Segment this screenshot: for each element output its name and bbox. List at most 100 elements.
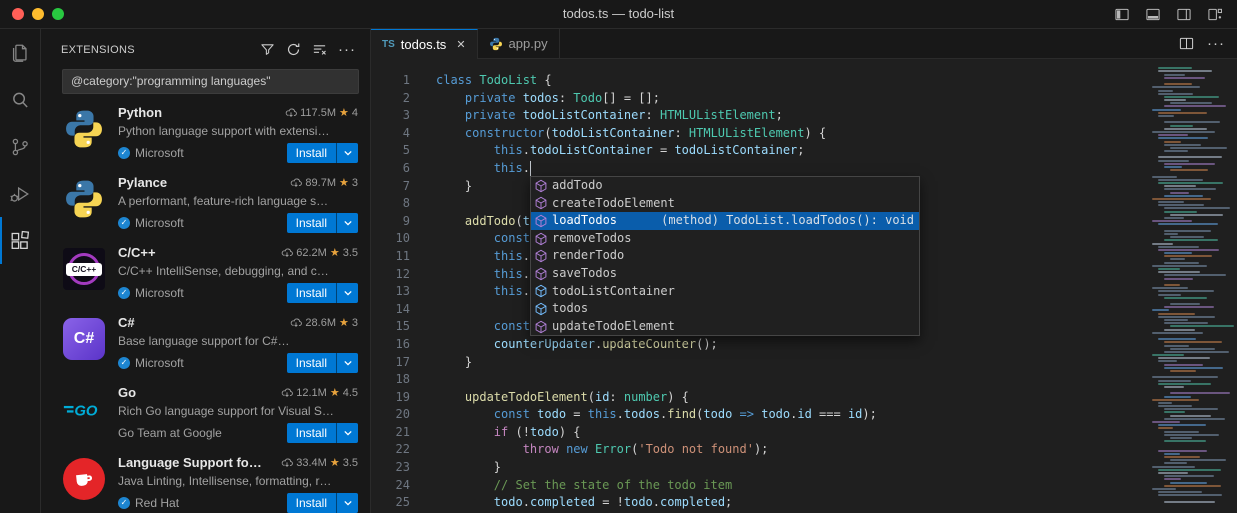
clear-search-results-icon[interactable] — [312, 42, 327, 57]
code-line[interactable]: } — [436, 459, 1144, 477]
download-count: 117.5M — [300, 107, 336, 119]
more-actions-icon[interactable]: ··· — [338, 41, 356, 58]
extensions-icon — [9, 230, 31, 252]
csharp-extension-icon: C# — [63, 318, 105, 360]
sidebar-item-search[interactable] — [0, 76, 40, 123]
go-extension-icon: GO — [63, 388, 105, 430]
install-label[interactable]: Install — [287, 496, 336, 510]
suggestion-addTodo[interactable]: addTodo — [531, 177, 919, 195]
suggestion-todoListContainer[interactable]: todoListContainer — [531, 283, 919, 301]
refresh-icon[interactable] — [286, 42, 301, 57]
code-editor[interactable]: 1234567891011121314151617181920212223242… — [371, 59, 1237, 513]
split-editor-icon[interactable] — [1179, 36, 1194, 51]
download-count-icon — [281, 387, 293, 399]
install-button[interactable]: Install — [287, 423, 358, 443]
extension-row[interactable]: Pylance 89.7M ★ 3 A performant, feature-… — [41, 165, 370, 235]
suggestion-todos[interactable]: todos — [531, 300, 919, 318]
install-label[interactable]: Install — [287, 426, 336, 440]
verified-publisher-icon: ✓ — [118, 217, 130, 229]
suggestion-loadTodos[interactable]: loadTodos(method) TodoList.loadTodos(): … — [531, 212, 919, 230]
download-count: 12.1M — [296, 387, 327, 399]
minimap[interactable] — [1145, 59, 1237, 513]
layout-sidebar-right-icon[interactable] — [1176, 7, 1192, 22]
layout-customize-icon[interactable] — [1207, 7, 1223, 22]
install-button[interactable]: Install — [287, 143, 358, 163]
star-icon: ★ — [339, 176, 349, 189]
verified-publisher-icon: ✓ — [118, 497, 130, 509]
tab-app-py[interactable]: app.py — [478, 29, 560, 58]
download-count: 89.7M — [305, 177, 336, 189]
extension-description: A performant, feature-rich language s… — [118, 194, 358, 208]
code-line[interactable]: counterUpdater.updateCounter(); — [436, 336, 1144, 354]
code-line[interactable]: todo.completed = !todo.completed; — [436, 494, 1144, 512]
code-line[interactable]: private todos: Todo[] = []; — [436, 90, 1144, 108]
install-dropdown-chevron-icon[interactable] — [336, 353, 358, 373]
suggestion-updateTodoElement[interactable]: updateTodoElement — [531, 318, 919, 336]
install-dropdown-chevron-icon[interactable] — [336, 423, 358, 443]
more-actions-icon[interactable]: ··· — [1207, 35, 1225, 52]
download-count: 28.6M — [305, 317, 336, 329]
titlebar: todos.ts — todo-list — [0, 0, 1237, 29]
suggestion-removeTodos[interactable]: removeTodos — [531, 230, 919, 248]
extension-row[interactable]: Language Support fo… 33.4M ★ 3.5 Java Li… — [41, 445, 370, 513]
tab-todos-ts[interactable]: TS todos.ts ✕ — [371, 29, 478, 59]
filter-icon[interactable] — [260, 42, 275, 57]
suggestion-saveTodos[interactable]: saveTodos — [531, 265, 919, 283]
install-label[interactable]: Install — [287, 286, 336, 300]
download-count-icon — [290, 317, 302, 329]
install-button[interactable]: Install — [287, 283, 358, 303]
extension-row[interactable]: GO Go 12.1M ★ 4.5 Rich Go language suppo… — [41, 375, 370, 445]
sidebar-item-source-control[interactable] — [0, 123, 40, 170]
install-label[interactable]: Install — [287, 216, 336, 230]
extension-row[interactable]: Python 117.5M ★ 4 Python language suppor… — [41, 95, 370, 165]
download-count: 62.2M — [296, 247, 327, 259]
tab-label: app.py — [509, 36, 548, 51]
symbol-method-icon — [534, 179, 548, 193]
svg-text:GO: GO — [74, 404, 98, 420]
sidebar-item-explorer[interactable] — [0, 29, 40, 76]
code-line[interactable]: const todo = this.todos.find(todo => tod… — [436, 406, 1144, 424]
install-label[interactable]: Install — [287, 146, 336, 160]
suggestion-createTodoElement[interactable]: createTodoElement — [531, 195, 919, 213]
extension-description: Rich Go language support for Visual S… — [118, 404, 358, 418]
code-line[interactable]: private todoListContainer: HTMLUListElem… — [436, 107, 1144, 125]
code-line[interactable]: this.todoListContainer = todoListContain… — [436, 142, 1144, 160]
code-line[interactable]: // Set the state of the todo item — [436, 477, 1144, 495]
code-line[interactable]: this. — [436, 160, 1144, 178]
code-line[interactable]: throw new Error('Todo not found'); — [436, 441, 1144, 459]
rating-value: 3.5 — [343, 247, 358, 259]
symbol-field-icon — [534, 302, 548, 316]
publisher-name: Microsoft — [135, 216, 184, 230]
install-dropdown-chevron-icon[interactable] — [336, 493, 358, 513]
install-dropdown-chevron-icon[interactable] — [336, 213, 358, 233]
code-line[interactable]: constructor(todoListContainer: HTMLUList… — [436, 125, 1144, 143]
code-line[interactable] — [436, 371, 1144, 389]
install-label[interactable]: Install — [287, 356, 336, 370]
install-button[interactable]: Install — [287, 213, 358, 233]
close-tab-icon[interactable]: ✕ — [456, 38, 465, 51]
extension-row[interactable]: C# C# 28.6M ★ 3 Base language support fo… — [41, 305, 370, 375]
rating-value: 4 — [352, 107, 358, 119]
install-button[interactable]: Install — [287, 493, 358, 513]
python-extension-icon — [63, 108, 105, 150]
extensions-search-input[interactable]: @category:"programming languages" — [62, 69, 359, 94]
sidebar-item-extensions[interactable] — [0, 217, 40, 264]
code-line[interactable]: updateTodoElement(id: number) { — [436, 389, 1144, 407]
install-dropdown-chevron-icon[interactable] — [336, 283, 358, 303]
star-icon: ★ — [330, 386, 340, 399]
extension-row[interactable]: C/C++ C/C++ 62.2M ★ 3.5 C/C++ IntelliSen… — [41, 235, 370, 305]
symbol-method-icon — [534, 267, 548, 281]
source-control-icon — [9, 136, 31, 158]
extension-description: Python language support with extensi… — [118, 124, 358, 138]
layout-sidebar-left-icon[interactable] — [1114, 7, 1130, 22]
layout-panel-icon[interactable] — [1145, 7, 1161, 22]
code-line[interactable]: class TodoList { — [436, 72, 1144, 90]
line-numbers: 1234567891011121314151617181920212223242… — [371, 72, 410, 512]
sidebar-item-run-debug[interactable] — [0, 170, 40, 217]
code-line[interactable]: if (!todo) { — [436, 424, 1144, 442]
search-icon — [9, 89, 31, 111]
install-button[interactable]: Install — [287, 353, 358, 373]
code-line[interactable]: } — [436, 354, 1144, 372]
install-dropdown-chevron-icon[interactable] — [336, 143, 358, 163]
suggestion-renderTodo[interactable]: renderTodo — [531, 247, 919, 265]
